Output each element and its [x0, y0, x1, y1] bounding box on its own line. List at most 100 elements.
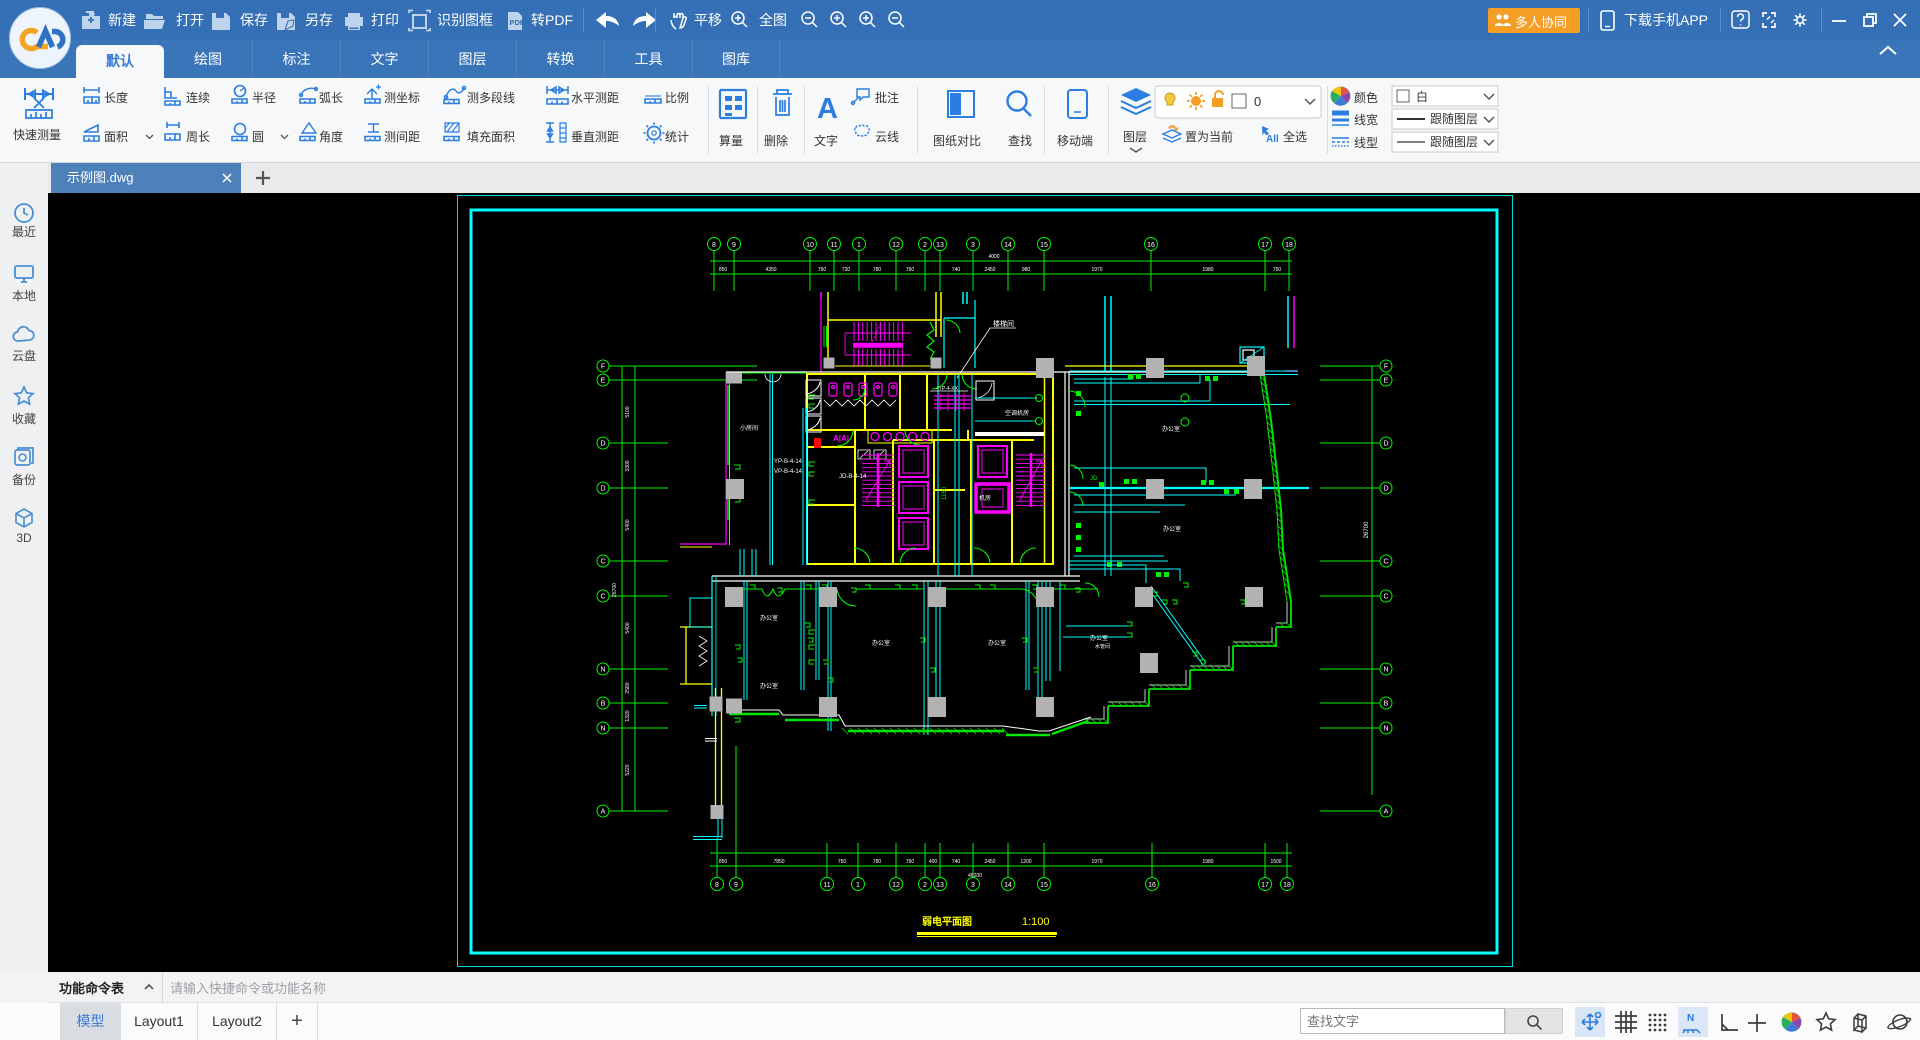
svg-text:1970: 1970 — [1091, 267, 1102, 273]
svg-text:4350: 4350 — [765, 267, 776, 273]
svg-text:E: E — [1384, 378, 1389, 385]
svg-text:750: 750 — [818, 267, 827, 273]
svg-text:1:100: 1:100 — [1022, 916, 1050, 928]
svg-text:A|A|: A|A| — [833, 434, 849, 443]
svg-text:办公室: 办公室 — [872, 639, 890, 647]
svg-text:1500: 1500 — [1270, 859, 1281, 865]
svg-text:D: D — [600, 441, 605, 448]
svg-text:C: C — [600, 594, 605, 601]
svg-text:C: C — [1383, 594, 1388, 601]
svg-text:26700: 26700 — [1364, 521, 1370, 538]
svg-text:C: C — [600, 559, 605, 566]
svg-text:400: 400 — [929, 859, 938, 865]
svg-text:A: A — [817, 93, 838, 125]
svg-text:2450: 2450 — [984, 859, 995, 865]
svg-text:16: 16 — [1147, 242, 1155, 249]
svg-text:750: 750 — [838, 859, 847, 865]
svg-text:A: A — [1384, 809, 1389, 816]
svg-text:1150: 1150 — [942, 486, 948, 500]
svg-text:3: 3 — [971, 882, 975, 889]
svg-text:1200: 1200 — [1020, 859, 1031, 865]
svg-text:980: 980 — [1022, 267, 1031, 273]
svg-text:750: 750 — [1273, 267, 1282, 273]
svg-text:3: 3 — [971, 242, 975, 249]
svg-text:850: 850 — [719, 267, 728, 273]
svg-text:18: 18 — [1283, 882, 1291, 889]
svg-text:13: 13 — [936, 242, 944, 249]
svg-text:小房间: 小房间 — [740, 424, 758, 432]
svg-text:9: 9 — [734, 882, 738, 889]
svg-text:D: D — [1383, 486, 1388, 493]
svg-text:N: N — [1383, 726, 1388, 733]
svg-text:14: 14 — [1004, 882, 1012, 889]
svg-text:1980: 1980 — [1202, 859, 1213, 865]
svg-text:办公室: 办公室 — [1090, 634, 1108, 642]
svg-text:机房: 机房 — [979, 494, 991, 502]
svg-text:D: D — [1383, 441, 1388, 448]
svg-text:C: C — [1383, 559, 1388, 566]
svg-text:VP-B-4-14: VP-B-4-14 — [774, 469, 803, 475]
svg-text:1970: 1970 — [1091, 859, 1102, 865]
svg-text:All: All — [1266, 134, 1279, 145]
svg-text:750: 750 — [906, 267, 915, 273]
svg-text:5100: 5100 — [625, 406, 631, 417]
svg-text:1: 1 — [857, 242, 861, 249]
svg-text:办公室: 办公室 — [760, 614, 778, 622]
svg-text:2: 2 — [923, 882, 927, 889]
svg-text:730: 730 — [842, 267, 851, 273]
svg-text:B: B — [601, 701, 606, 708]
svg-text:白: 白 — [1416, 89, 1428, 104]
svg-text:780: 780 — [873, 267, 882, 273]
svg-text:1: 1 — [856, 882, 860, 889]
svg-text:1320: 1320 — [625, 710, 631, 721]
svg-text:楼梯间: 楼梯间 — [993, 319, 1014, 328]
svg-text:11: 11 — [823, 882, 830, 889]
svg-text:N: N — [600, 726, 605, 733]
svg-text:5220: 5220 — [625, 764, 631, 775]
svg-text:2450: 2450 — [984, 267, 995, 273]
svg-text:A: A — [601, 809, 606, 816]
svg-text:4000: 4000 — [988, 254, 999, 260]
svg-text:跟随图层: 跟随图层 — [1430, 134, 1478, 149]
svg-text:PDF: PDF — [510, 18, 525, 27]
svg-text:0: 0 — [1254, 94, 1261, 109]
svg-text:780: 780 — [873, 859, 882, 865]
svg-text:12: 12 — [892, 882, 900, 889]
svg-text:JD: JD — [1090, 476, 1098, 482]
svg-text:5400: 5400 — [625, 622, 631, 633]
svg-text:17: 17 — [1261, 242, 1269, 249]
svg-text:11: 11 — [830, 242, 837, 249]
svg-text:850: 850 — [719, 859, 728, 865]
svg-text:D: D — [600, 486, 605, 493]
svg-text:8: 8 — [715, 882, 719, 889]
svg-text:16: 16 — [1148, 882, 1156, 889]
svg-text:2: 2 — [923, 242, 927, 249]
svg-text:N: N — [600, 667, 605, 674]
svg-text:8: 8 — [712, 242, 716, 249]
svg-text:办公室: 办公室 — [1163, 525, 1181, 533]
svg-text:10: 10 — [806, 242, 814, 249]
svg-text:13: 13 — [936, 882, 944, 889]
svg-text:空调机房: 空调机房 — [1005, 409, 1029, 417]
svg-text:12: 12 — [892, 242, 900, 249]
svg-text:15: 15 — [1040, 242, 1048, 249]
svg-text:46200: 46200 — [968, 873, 982, 879]
svg-text:F: F — [601, 364, 605, 371]
svg-text:3300: 3300 — [625, 460, 631, 471]
svg-text:740: 740 — [952, 267, 961, 273]
svg-text:9: 9 — [732, 242, 736, 249]
svg-text:5400: 5400 — [625, 519, 631, 530]
svg-text:N: N — [1383, 667, 1388, 674]
svg-text:水管间: 水管间 — [1095, 643, 1110, 650]
svg-text:1980: 1980 — [1202, 267, 1213, 273]
svg-text:弱电平面图: 弱电平面图 — [922, 915, 972, 928]
svg-text:17: 17 — [1261, 882, 1269, 889]
svg-text:2580: 2580 — [625, 682, 631, 693]
svg-text:YP-B-4-14: YP-B-4-14 — [774, 459, 803, 465]
svg-text:B: B — [1384, 701, 1389, 708]
svg-text:N: N — [1687, 1013, 1694, 1024]
svg-text:办公室: 办公室 — [760, 682, 778, 690]
svg-text:办公室: 办公室 — [1162, 425, 1180, 433]
svg-text:F: F — [1384, 364, 1388, 371]
svg-text:740: 740 — [952, 859, 961, 865]
